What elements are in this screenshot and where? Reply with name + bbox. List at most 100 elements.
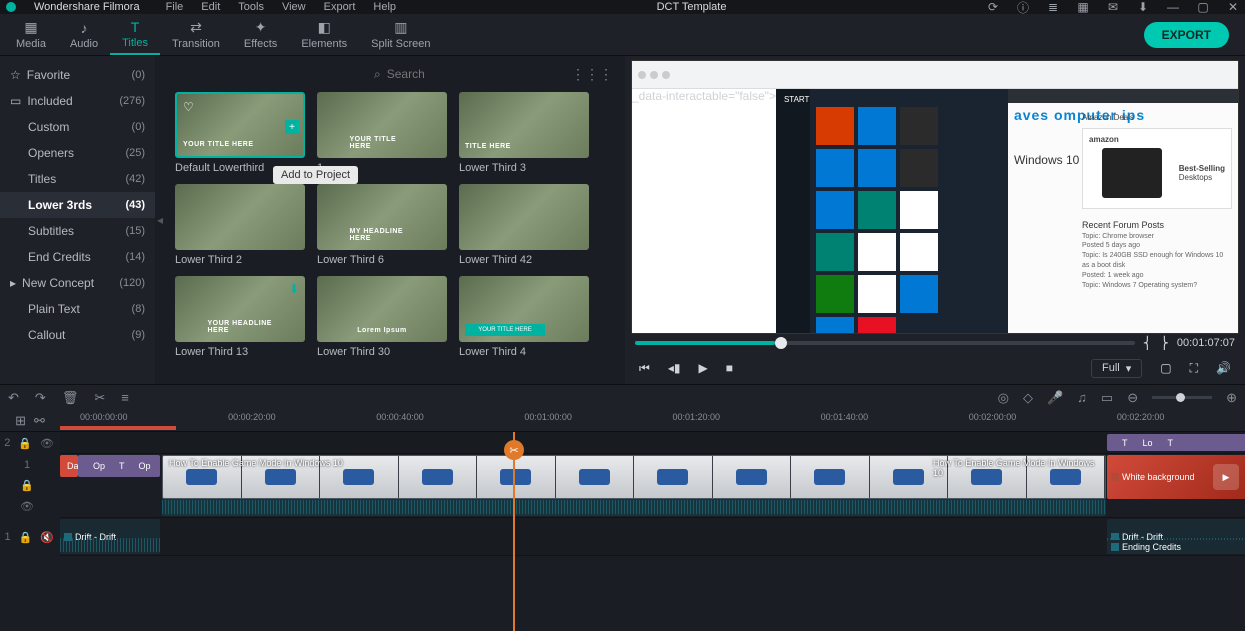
track-audio1[interactable]: Drift - Drift Drift - Drift Ending Credi… [60, 518, 1245, 556]
prev-frame-button[interactable]: ⏮ [639, 361, 650, 376]
sidebar-item-plaintext[interactable]: Plain Text(8) [0, 296, 155, 322]
tab-elements[interactable]: ◧Elements [289, 14, 359, 55]
export-button[interactable]: EXPORT [1144, 22, 1229, 48]
split-button[interactable]: ✂ [94, 390, 105, 406]
delete-button[interactable]: 🗑 [62, 390, 79, 406]
preview-scrubber[interactable]: ⎨ ⎬ 00:01:07:07 [631, 334, 1239, 352]
eye-icon[interactable]: 👁 [40, 437, 54, 450]
sidebar-item-endcredits[interactable]: End Credits(14) [0, 244, 155, 270]
tab-effects[interactable]: ✦Effects [232, 14, 289, 55]
menu-edit[interactable]: Edit [201, 1, 220, 13]
mail-icon[interactable]: ✉ [1107, 1, 1119, 13]
record-vo-button[interactable]: 🎤 [1047, 390, 1063, 406]
tab-splitscreen[interactable]: ▥Split Screen [359, 14, 442, 55]
sidebar-item-included[interactable]: ▭Included(276) [0, 88, 155, 114]
marker-button[interactable]: ◇ [1023, 390, 1033, 406]
aspect-button[interactable]: ▭ [1101, 390, 1113, 406]
sidebar-collapse[interactable]: ◂ [155, 56, 165, 384]
fullscreen-button[interactable]: ⛶ [1190, 361, 1198, 376]
marker-next-icon[interactable]: ⎬ [1160, 336, 1169, 350]
step-back-button[interactable]: ◂▮ [668, 361, 681, 375]
clip-white-bg[interactable]: White background ▶ [1107, 455, 1245, 499]
sidebar-item-titles[interactable]: Titles(42) [0, 166, 155, 192]
grid-icon[interactable]: ▦ [1077, 1, 1089, 13]
maximize-icon[interactable]: ▢ [1197, 1, 1209, 13]
menu-tools[interactable]: Tools [238, 1, 264, 13]
download-icon[interactable]: ⬇ [289, 282, 299, 296]
view-grid-icon[interactable]: ⋮⋮⋮ [571, 66, 613, 83]
track-titles[interactable]: T Lo T [60, 432, 1245, 454]
link-icon[interactable]: ⚯ [34, 413, 45, 429]
audio-mixer-button[interactable]: ♫ [1077, 390, 1087, 405]
clip-main-video[interactable]: How To Enable Game Mode In Windows 10 Ho… [162, 455, 1106, 499]
sidebar-item-newconcept[interactable]: ▸New Concept(120) [0, 270, 155, 296]
undo-button[interactable]: ↶ [8, 390, 19, 406]
zoom-in-button[interactable]: ⊕ [1226, 390, 1237, 406]
search-box[interactable]: ⌕ [374, 67, 561, 82]
menu-export[interactable]: Export [324, 1, 356, 13]
scrub-thumb[interactable] [775, 337, 787, 349]
play-button[interactable]: ▶ [698, 361, 707, 375]
volume-button[interactable]: 🔊 [1216, 361, 1231, 375]
sidebar-item-callout[interactable]: Callout(9) [0, 322, 155, 348]
marker-prev-icon[interactable]: ⎨ [1143, 336, 1152, 350]
zoom-thumb[interactable] [1176, 393, 1185, 402]
eye-icon[interactable]: 👁 [20, 500, 34, 513]
thumb-lower-third-3[interactable]: TITLE HERELower Third 3 [459, 92, 589, 174]
quality-dropdown[interactable]: Full▾ [1091, 359, 1142, 378]
clip-openers[interactable]: Op T Op [78, 455, 160, 477]
thumb-default-lowerthird[interactable]: ♡YOUR TITLE HERE+ Default Lowerthird [175, 92, 305, 174]
lock-icon[interactable]: 🔒 [19, 531, 33, 544]
preview-canvas[interactable]: _data-interactable="false"> START [631, 60, 1239, 334]
sidebar-item-custom[interactable]: Custom(0) [0, 114, 155, 140]
track-video[interactable]: Dav Op T Op How To Enable Game Mode In W… [60, 454, 1245, 518]
menu-file[interactable]: File [166, 1, 184, 13]
clip-drift-left[interactable]: Drift - Drift [60, 519, 160, 554]
snapshot-button[interactable]: ▢ [1160, 361, 1171, 375]
tab-audio[interactable]: ♪Audio [58, 14, 110, 55]
download-icon[interactable]: ⬇ [1137, 1, 1149, 13]
clip-red[interactable]: Dav [60, 455, 78, 477]
thumb-1[interactable]: YOUR TITLE HERE1 [317, 92, 447, 174]
sync-icon[interactable]: ⟳ [987, 1, 999, 13]
tab-transition[interactable]: ⇄Transition [160, 14, 232, 55]
render-button[interactable]: ◎ [998, 390, 1009, 406]
stop-button[interactable]: ■ [726, 361, 733, 375]
clip-video-audio[interactable] [162, 499, 1106, 516]
tab-media[interactable]: ▦Media [4, 14, 58, 55]
sidebar-item-openers[interactable]: Openers(25) [0, 140, 155, 166]
scrub-track[interactable] [635, 341, 1135, 345]
sidebar-item-subtitles[interactable]: Subtitles(15) [0, 218, 155, 244]
sidebar-item-favorite[interactable]: ☆Favorite(0) [0, 62, 155, 88]
thumb-lower-third-13[interactable]: ⬇YOUR HEADLINE HERELower Third 13 [175, 276, 305, 358]
zoom-slider[interactable] [1152, 396, 1212, 399]
menu-help[interactable]: Help [373, 1, 396, 13]
thumb-lower-third-6[interactable]: MY HEADLINE HERELower Third 6 [317, 184, 447, 266]
timeline-ruler[interactable]: ⊞ ⚯ 00:00:00:0000:00:20:0000:00:40:0000:… [0, 410, 1245, 432]
crop-button[interactable]: ≡ [121, 390, 129, 405]
search-input[interactable] [387, 67, 527, 81]
menu-view[interactable]: View [282, 1, 306, 13]
thumb-lower-third-2[interactable]: Lower Third 2 [175, 184, 305, 266]
lock-icon[interactable]: 🔒 [20, 479, 34, 492]
minimize-icon[interactable]: — [1167, 1, 1179, 13]
lock-icon[interactable]: 🔒 [18, 437, 32, 450]
sidebar-item-lower3rds[interactable]: Lower 3rds(43) [0, 192, 155, 218]
mute-icon[interactable]: 🔇 [40, 531, 54, 544]
thumb-lower-third-42[interactable]: Lower Third 42 [459, 184, 589, 266]
playhead[interactable]: ✂ [513, 432, 515, 631]
title-clip-group[interactable]: T Lo T [1107, 434, 1245, 451]
heart-icon[interactable]: ♡ [183, 100, 194, 114]
scissor-icon[interactable]: ✂ [504, 440, 524, 460]
thumb-lower-third-4[interactable]: YOUR TITLE HERELower Third 4 [459, 276, 589, 358]
redo-button[interactable]: ↷ [35, 390, 46, 406]
tab-titles[interactable]: TTitles [110, 14, 160, 55]
thumb-lower-third-30[interactable]: Lorem IpsumLower Third 30 [317, 276, 447, 358]
zoom-out-button[interactable]: ⊖ [1127, 390, 1138, 406]
list-icon[interactable]: ≣ [1047, 1, 1059, 13]
magnet-icon[interactable]: ⊞ [15, 413, 26, 429]
close-icon[interactable]: ✕ [1227, 1, 1239, 13]
info-icon[interactable]: ⓘ [1017, 1, 1029, 13]
add-to-project-icon[interactable]: + [285, 120, 299, 134]
clip-ending-credits[interactable]: Ending Credits [1107, 540, 1245, 554]
